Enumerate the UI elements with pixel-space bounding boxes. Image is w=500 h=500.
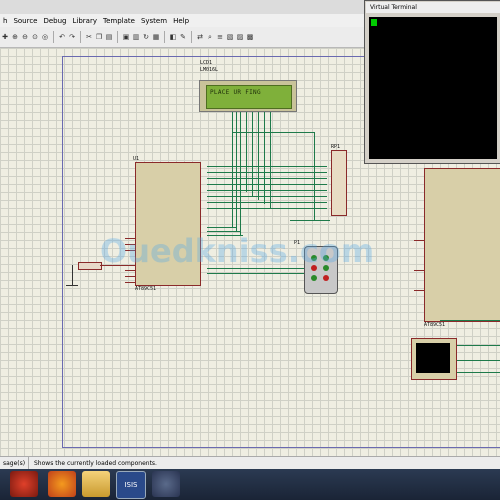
wire <box>232 132 314 133</box>
menu-item-library[interactable]: Library <box>70 17 100 25</box>
toolbar-separator <box>53 31 54 43</box>
toolbar-separator <box>80 31 81 43</box>
virtual-instrument[interactable] <box>411 338 457 380</box>
status-bar: sage(s) Shows the currently loaded compo… <box>0 456 500 470</box>
db9-pin <box>323 275 329 281</box>
wire <box>455 360 500 361</box>
pin <box>414 240 424 241</box>
menu-item-debug[interactable]: Debug <box>40 17 69 25</box>
wire <box>207 190 327 191</box>
wire <box>246 112 247 192</box>
zoom-in-icon[interactable]: ⊕ <box>11 33 19 41</box>
isis-label: ISIS <box>124 481 138 489</box>
wire <box>207 166 327 167</box>
pick-device-icon[interactable]: ◧ <box>169 33 177 41</box>
copy-icon[interactable]: ❐ <box>95 33 103 41</box>
menu-item-system[interactable]: System <box>138 17 170 25</box>
wire <box>440 320 500 321</box>
pin <box>125 282 135 283</box>
lcd-display[interactable]: PLACE UR FING <box>199 80 297 112</box>
pin <box>414 290 424 291</box>
lcd-screen: PLACE UR FING <box>206 85 292 109</box>
wire <box>290 220 330 221</box>
lcd-text: PLACE UR FING <box>210 89 261 96</box>
block-copy-icon[interactable]: ▣ <box>122 33 130 41</box>
virtual-terminal-window[interactable]: Virtual Terminal <box>364 0 500 164</box>
undo-icon[interactable]: ↶ <box>58 33 66 41</box>
wire <box>72 265 73 285</box>
wire <box>258 112 259 200</box>
push-button[interactable] <box>78 262 102 270</box>
erc-icon[interactable]: ▩ <box>246 33 254 41</box>
wire <box>455 372 500 373</box>
pin <box>125 276 135 277</box>
property-icon[interactable]: ≡ <box>216 33 224 41</box>
toolbar-separator <box>164 31 165 43</box>
block-rotate-icon[interactable]: ↻ <box>142 33 150 41</box>
wire <box>314 132 315 220</box>
wire <box>207 227 237 228</box>
wire <box>207 196 327 197</box>
wire <box>207 273 307 274</box>
menu-item-template[interactable]: Template <box>100 17 138 25</box>
zoom-out-icon[interactable]: ⊖ <box>21 33 29 41</box>
pin <box>414 270 424 271</box>
paste-icon[interactable]: ▤ <box>105 33 113 41</box>
wire <box>207 184 327 185</box>
search-icon[interactable]: ⌕ <box>206 33 214 41</box>
lcd-model-label: LM016L <box>200 67 219 73</box>
u2-model-label: AT89C51 <box>424 322 446 328</box>
block-move-icon[interactable]: ▥ <box>132 33 140 41</box>
menu-item-help[interactable]: Help <box>170 17 192 25</box>
redo-icon[interactable]: ↷ <box>68 33 76 41</box>
lcd-ref-label: LCD1 <box>200 60 213 66</box>
instrument-screen <box>416 343 450 373</box>
wire <box>455 345 500 346</box>
netlist-icon[interactable]: ▧ <box>226 33 234 41</box>
toolbar-separator <box>117 31 118 43</box>
wire <box>270 112 271 208</box>
u1-model-label: AT89C51 <box>135 286 157 292</box>
bom-icon[interactable]: ▨ <box>236 33 244 41</box>
mcu-u2[interactable] <box>424 168 500 322</box>
ground-symbol <box>66 285 78 286</box>
wire-autoroute-icon[interactable]: ⇄ <box>196 33 204 41</box>
app-icon[interactable] <box>152 471 180 497</box>
taskbar: ISIS <box>0 469 500 500</box>
block-delete-icon[interactable]: ▦ <box>152 33 160 41</box>
db9-pin <box>311 275 317 281</box>
virtual-terminal-title[interactable]: Virtual Terminal <box>366 2 500 13</box>
isis-icon[interactable]: ISIS <box>116 471 146 499</box>
pin <box>125 270 135 271</box>
wire <box>207 178 327 179</box>
wire <box>207 202 327 203</box>
watermark: Ouedkniss.com <box>100 232 375 270</box>
wire <box>207 208 327 209</box>
resistor-pack-rp1[interactable] <box>331 150 347 216</box>
menu-item-graph[interactable]: h <box>0 17 10 25</box>
wire <box>207 172 327 173</box>
cut-icon[interactable]: ✂ <box>85 33 93 41</box>
wire <box>232 112 233 227</box>
folder-icon[interactable] <box>82 471 110 497</box>
zoom-fit-icon[interactable]: ◎ <box>41 33 49 41</box>
start-icon[interactable] <box>10 471 38 497</box>
menu-item-source[interactable]: Source <box>10 17 40 25</box>
zoom-area-icon[interactable]: ⊙ <box>31 33 39 41</box>
toolbar-separator <box>191 31 192 43</box>
wire <box>240 112 241 235</box>
virtual-terminal-screen[interactable] <box>369 17 497 159</box>
make-device-icon[interactable]: ✎ <box>179 33 187 41</box>
plus-icon[interactable]: ✚ <box>1 33 9 41</box>
terminal-cursor <box>371 19 377 26</box>
firefox-icon[interactable] <box>48 471 76 497</box>
